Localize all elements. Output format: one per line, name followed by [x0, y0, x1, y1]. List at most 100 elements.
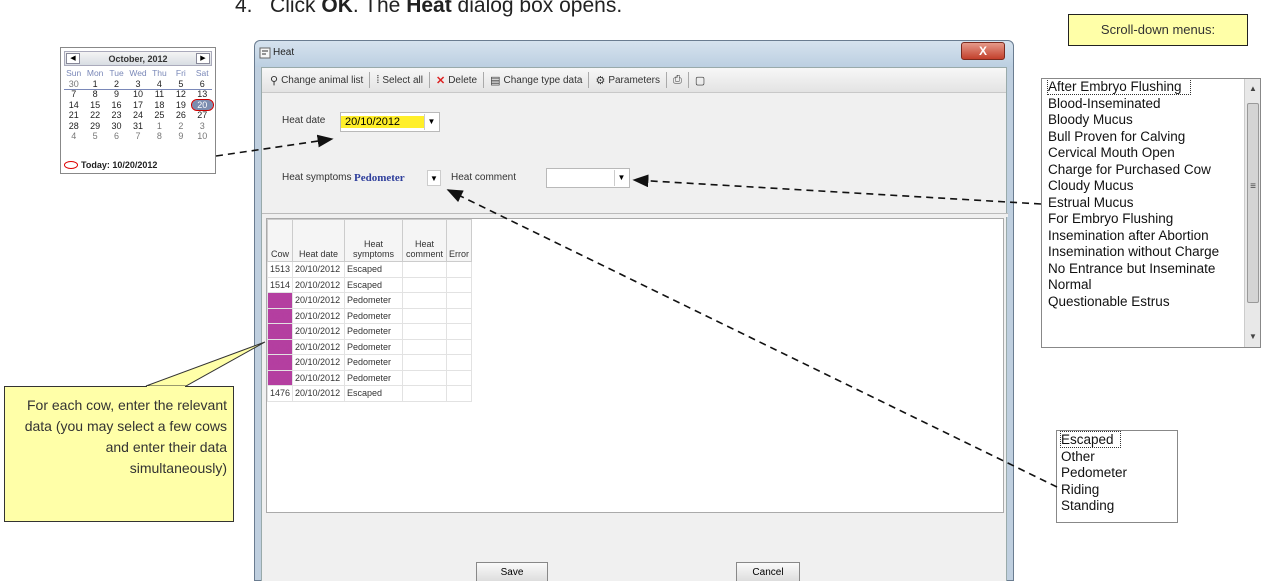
list-item[interactable]: Insemination after Abortion: [1042, 228, 1260, 245]
symptom-cell[interactable]: Pedometer: [344, 292, 404, 309]
chevron-down-icon[interactable]: ▼: [427, 170, 441, 186]
cow-cell[interactable]: 1517: [266, 307, 294, 324]
calendar-day[interactable]: 23: [106, 110, 127, 121]
cow-cell[interactable]: 1470: [266, 338, 294, 355]
calendar-day[interactable]: 17: [127, 100, 148, 111]
table-row[interactable]: 1514 20/10/2012 Escaped: [266, 276, 473, 293]
calendar-day[interactable]: 3: [127, 79, 148, 90]
calendar-day[interactable]: 2: [170, 121, 191, 132]
calendar-day[interactable]: 5: [84, 131, 105, 142]
date-cell[interactable]: 20/10/2012: [292, 292, 346, 309]
column-header[interactable]: Error: [446, 219, 473, 262]
list-item[interactable]: For Embryo Flushing: [1042, 211, 1260, 228]
list-item[interactable]: Cloudy Mucus: [1042, 178, 1260, 195]
column-header[interactable]: Heat symptoms: [344, 219, 404, 262]
calendar-day[interactable]: 4: [63, 131, 84, 142]
calendar-day[interactable]: 3: [192, 121, 213, 132]
cancel-button[interactable]: Cancel: [736, 562, 800, 581]
table-row[interactable]: 1473 20/10/2012 Pedometer: [266, 369, 473, 386]
error-cell[interactable]: [446, 307, 473, 324]
calendar-day[interactable]: 10: [127, 89, 148, 100]
calendar-day[interactable]: 30: [63, 79, 84, 90]
error-cell[interactable]: [446, 323, 473, 340]
table-row[interactable]: 1476 20/10/2012 Escaped: [266, 385, 473, 402]
cow-cell[interactable]: 1472: [266, 354, 294, 371]
date-cell[interactable]: 20/10/2012: [292, 276, 346, 293]
error-cell[interactable]: [446, 354, 473, 371]
save-button[interactable]: Save: [476, 562, 548, 581]
calendar-day[interactable]: 30: [106, 121, 127, 132]
calendar-day[interactable]: 10: [192, 131, 213, 142]
calendar-day[interactable]: 26: [170, 110, 191, 121]
change-type-data-button[interactable]: ▤ Change type data: [484, 69, 588, 91]
cow-cell[interactable]: 1513: [266, 261, 294, 278]
calendar-day[interactable]: 13: [192, 89, 213, 100]
calendar-day[interactable]: 29: [84, 121, 105, 132]
symptom-cell[interactable]: Pedometer: [344, 354, 404, 371]
column-header[interactable]: Heat comment: [402, 219, 448, 262]
help-button[interactable]: ▢: [689, 69, 711, 91]
calendar-day[interactable]: 22: [84, 110, 105, 121]
calendar-day[interactable]: 8: [84, 89, 105, 100]
cow-cell[interactable]: 1476: [266, 385, 294, 402]
symptom-cell[interactable]: Escaped: [344, 276, 404, 293]
calendar-day[interactable]: 14: [63, 100, 84, 111]
comment-cell[interactable]: [402, 385, 448, 402]
heat-comment-field[interactable]: ▼: [546, 168, 630, 188]
comment-cell[interactable]: [402, 307, 448, 324]
comment-cell[interactable]: [402, 261, 448, 278]
list-item[interactable]: Bull Proven for Calving: [1042, 129, 1260, 146]
calendar-day[interactable]: 2: [106, 79, 127, 90]
calendar-day[interactable]: 9: [170, 131, 191, 142]
date-cell[interactable]: 20/10/2012: [292, 307, 346, 324]
symptom-cell[interactable]: Escaped: [344, 385, 404, 402]
date-cell[interactable]: 20/10/2012: [292, 338, 346, 355]
list-item[interactable]: Insemination without Charge: [1042, 244, 1260, 261]
table-row[interactable]: 1513 20/10/2012 Escaped: [266, 261, 473, 278]
calendar-day[interactable]: 4: [149, 79, 170, 90]
error-cell[interactable]: [446, 369, 473, 386]
date-cell[interactable]: 20/10/2012: [292, 354, 346, 371]
list-item[interactable]: No Entrance but Inseminate: [1042, 261, 1260, 278]
heat-symptoms-field[interactable]: Pedometer ▼: [350, 168, 442, 188]
calendar-day[interactable]: 12: [170, 89, 191, 100]
calendar-day[interactable]: 24: [127, 110, 148, 121]
calendar-day[interactable]: 6: [106, 131, 127, 142]
cow-cell[interactable]: 1518: [266, 323, 294, 340]
scroll-down-icon[interactable]: ▼: [1245, 329, 1260, 345]
list-item[interactable]: Standing: [1057, 498, 1177, 515]
calendar-day[interactable]: 27: [192, 110, 213, 121]
calendar-day[interactable]: 1: [84, 79, 105, 90]
calendar-day[interactable]: 9: [106, 89, 127, 100]
list-item[interactable]: Riding: [1057, 482, 1177, 499]
prev-month-button[interactable]: ◀: [66, 53, 80, 64]
table-row[interactable]: 1470 20/10/2012 Pedometer: [266, 338, 473, 355]
error-cell[interactable]: [446, 261, 473, 278]
calendar-day[interactable]: 8: [149, 131, 170, 142]
table-row[interactable]: 1472 20/10/2012 Pedometer: [266, 354, 473, 371]
select-all-button[interactable]: ⁞ Select all: [370, 69, 429, 91]
chevron-down-icon[interactable]: ▼: [424, 114, 438, 130]
list-item[interactable]: Escaped: [1057, 431, 1177, 449]
list-item[interactable]: Normal: [1042, 277, 1260, 294]
calendar-day[interactable]: 7: [63, 89, 84, 100]
close-button[interactable]: X: [961, 42, 1005, 60]
comment-cell[interactable]: [402, 276, 448, 293]
list-item[interactable]: Estrual Mucus: [1042, 195, 1260, 212]
symptom-cell[interactable]: Pedometer: [344, 307, 404, 324]
list-item[interactable]: Charge for Purchased Cow: [1042, 162, 1260, 179]
comment-cell[interactable]: [402, 338, 448, 355]
scroll-thumb[interactable]: [1247, 103, 1259, 303]
column-header[interactable]: Cow: [266, 219, 294, 262]
print-button[interactable]: ⎙: [667, 69, 688, 91]
list-item[interactable]: Bloody Mucus: [1042, 112, 1260, 129]
comment-cell[interactable]: [402, 354, 448, 371]
list-item[interactable]: Cervical Mouth Open: [1042, 145, 1260, 162]
cow-cell[interactable]: 1473: [266, 369, 294, 386]
calendar-day[interactable]: 15: [84, 100, 105, 111]
date-cell[interactable]: 20/10/2012: [292, 261, 346, 278]
comment-cell[interactable]: [402, 292, 448, 309]
scrollbar[interactable]: ▲ ≡ ▼: [1244, 79, 1260, 347]
table-row[interactable]: 1515 20/10/2012 Pedometer: [266, 292, 473, 309]
table-row[interactable]: 1518 20/10/2012 Pedometer: [266, 323, 473, 340]
